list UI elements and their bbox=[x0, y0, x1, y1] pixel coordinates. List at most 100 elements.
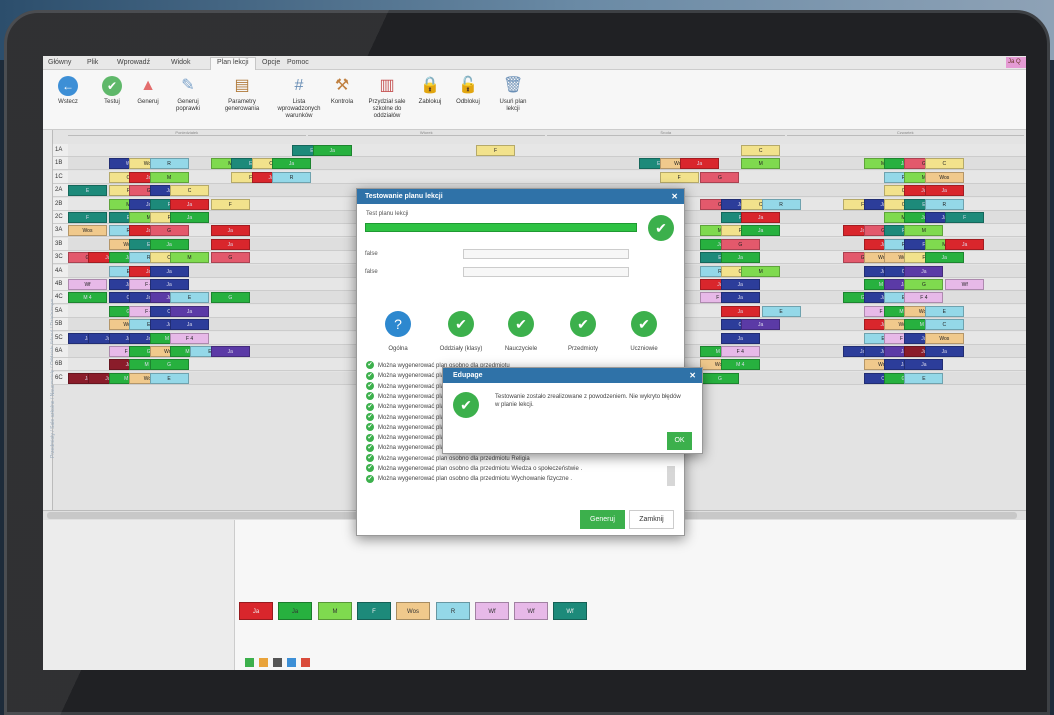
lesson-cell[interactable]: G bbox=[700, 171, 740, 183]
lesson-cell[interactable]: Ja bbox=[924, 252, 964, 264]
lesson-cell[interactable]: Ja bbox=[272, 158, 311, 170]
lesson-cell[interactable]: Ja bbox=[720, 332, 760, 344]
lesson-cell[interactable]: Ja bbox=[945, 238, 985, 250]
lesson-cell[interactable]: Ja bbox=[149, 238, 189, 250]
lesson-cell[interactable]: M 4 bbox=[720, 359, 760, 371]
lesson-cell[interactable]: F 4 bbox=[904, 292, 944, 304]
lesson-cell[interactable]: E bbox=[761, 305, 801, 317]
ribbon-button-2[interactable]: ▲ Generuj bbox=[133, 76, 163, 106]
row-label[interactable]: 6C bbox=[53, 371, 68, 385]
menu-item-1[interactable]: Plik bbox=[87, 59, 98, 66]
lesson-cell[interactable]: E bbox=[170, 292, 209, 304]
lesson-cell[interactable]: E bbox=[924, 305, 964, 317]
ribbon-button-6[interactable]: ⚒ Kontrola bbox=[325, 76, 359, 106]
row-label[interactable]: 2A bbox=[53, 184, 68, 198]
category-0[interactable]: ? Ogólna bbox=[373, 311, 423, 352]
status-printer-icon[interactable] bbox=[273, 658, 282, 667]
close-icon[interactable]: ✕ bbox=[671, 189, 678, 204]
row-label[interactable]: 4C bbox=[53, 291, 68, 305]
lesson-cell[interactable]: M bbox=[149, 171, 189, 183]
user-badge[interactable]: Ja Q bbox=[1006, 57, 1026, 68]
lesson-cell[interactable]: F bbox=[68, 212, 107, 223]
status-green-icon[interactable] bbox=[245, 658, 254, 667]
palette-item[interactable]: R bbox=[436, 602, 470, 620]
status-info-icon[interactable] bbox=[287, 658, 296, 667]
lesson-cell[interactable]: F bbox=[476, 145, 515, 156]
row-label[interactable]: 3A bbox=[53, 224, 68, 238]
lesson-cell[interactable]: R bbox=[149, 158, 189, 170]
lesson-cell[interactable]: F bbox=[945, 212, 985, 223]
lesson-cell[interactable]: F 4 bbox=[170, 332, 209, 344]
lesson-cell[interactable]: Ja bbox=[210, 225, 250, 237]
menu-item-4[interactable]: Plan lekcji bbox=[210, 57, 256, 70]
lesson-cell[interactable]: Ja bbox=[741, 225, 781, 237]
lesson-cell[interactable]: R bbox=[924, 198, 964, 210]
menu-item-0[interactable]: Główny bbox=[48, 59, 71, 66]
lesson-cell[interactable]: G bbox=[149, 359, 189, 371]
row-label[interactable]: 3C bbox=[53, 251, 68, 265]
lesson-cell[interactable]: Ja bbox=[312, 145, 352, 156]
status-person-icon[interactable] bbox=[259, 658, 268, 667]
lesson-cell[interactable]: R bbox=[761, 198, 801, 210]
ribbon-button-0[interactable]: ← Wstecz bbox=[51, 76, 85, 106]
row-label[interactable]: 5B bbox=[53, 318, 68, 332]
lesson-cell[interactable]: Ja bbox=[741, 212, 781, 223]
lesson-cell[interactable]: C bbox=[924, 158, 964, 170]
lesson-cell[interactable]: Wos bbox=[924, 332, 964, 344]
ribbon-button-1[interactable]: ✔ Testuj bbox=[97, 76, 127, 106]
lesson-cell[interactable]: Wf bbox=[945, 279, 985, 290]
lesson-cell[interactable]: Ja bbox=[170, 305, 209, 317]
lesson-cell[interactable]: E bbox=[149, 372, 189, 384]
message-scrollbar[interactable] bbox=[667, 466, 675, 486]
lesson-cell[interactable]: C bbox=[741, 145, 781, 156]
lesson-cell[interactable]: G bbox=[149, 225, 189, 237]
palette-item[interactable]: Wf bbox=[514, 602, 548, 620]
lesson-cell[interactable]: M bbox=[741, 158, 781, 170]
menu-item-2[interactable]: Wprowadź bbox=[117, 59, 150, 66]
category-1[interactable]: ✔ Oddziały (klasy) bbox=[436, 311, 486, 352]
palette-item[interactable]: Ja bbox=[278, 602, 312, 620]
lesson-cell[interactable]: Ja bbox=[924, 346, 964, 357]
lesson-cell[interactable]: R bbox=[272, 171, 311, 183]
lesson-cell[interactable]: M bbox=[904, 225, 944, 237]
palette-item[interactable]: Wf bbox=[475, 602, 509, 620]
lesson-cell[interactable]: G bbox=[904, 279, 944, 290]
row-label[interactable]: 1C bbox=[53, 170, 68, 184]
ribbon-button-5[interactable]: # Lista wprowadzonych warunków bbox=[275, 76, 323, 120]
row-label[interactable]: 5C bbox=[53, 331, 68, 345]
palette-item[interactable]: Wf bbox=[553, 602, 587, 620]
row-label[interactable]: 4B bbox=[53, 278, 68, 291]
lesson-cell[interactable]: F bbox=[659, 171, 699, 183]
lesson-cell[interactable]: Ja bbox=[170, 198, 209, 210]
ok-button[interactable]: OK bbox=[667, 432, 692, 450]
close-button[interactable]: Zamknij bbox=[629, 510, 674, 529]
category-2[interactable]: ✔ Nauczyciele bbox=[496, 311, 546, 352]
lesson-cell[interactable]: Ja bbox=[680, 158, 719, 170]
lesson-cell[interactable]: C bbox=[170, 185, 209, 197]
row-label[interactable]: 4A bbox=[53, 264, 68, 278]
ribbon-button-10[interactable]: 🗑 Usuń plan lekcji bbox=[495, 76, 531, 113]
generate-button[interactable]: Generuj bbox=[580, 510, 625, 529]
lesson-cell[interactable]: Ja bbox=[170, 212, 209, 223]
lesson-cell[interactable]: M bbox=[741, 265, 781, 277]
row-label[interactable]: 1A bbox=[53, 144, 68, 157]
row-label[interactable]: 5A bbox=[53, 304, 68, 318]
menu-item-6[interactable]: Pomoc bbox=[287, 59, 309, 66]
lesson-cell[interactable]: C bbox=[924, 319, 964, 331]
row-label[interactable]: 6B bbox=[53, 358, 68, 372]
row-label[interactable]: 6A bbox=[53, 345, 68, 358]
lesson-cell[interactable]: Ja bbox=[904, 359, 944, 371]
ribbon-button-8[interactable]: 🔒 Zablokuj bbox=[415, 76, 445, 106]
lesson-cell[interactable]: Ja bbox=[149, 265, 189, 277]
lesson-cell[interactable]: Ja bbox=[720, 292, 760, 304]
palette-item[interactable]: Wos bbox=[396, 602, 430, 620]
close-icon[interactable]: ✕ bbox=[689, 368, 696, 383]
lesson-cell[interactable]: Ja bbox=[149, 279, 189, 290]
lesson-cell[interactable]: G bbox=[210, 252, 250, 264]
lesson-cell[interactable]: E bbox=[68, 185, 107, 197]
status-flag-icon[interactable] bbox=[301, 658, 310, 667]
category-3[interactable]: ✔ Przedmioty bbox=[558, 311, 608, 352]
lesson-cell[interactable]: Ja bbox=[904, 265, 944, 277]
lesson-cell[interactable]: Wos bbox=[68, 225, 107, 237]
lesson-cell[interactable]: Wf bbox=[68, 279, 107, 290]
